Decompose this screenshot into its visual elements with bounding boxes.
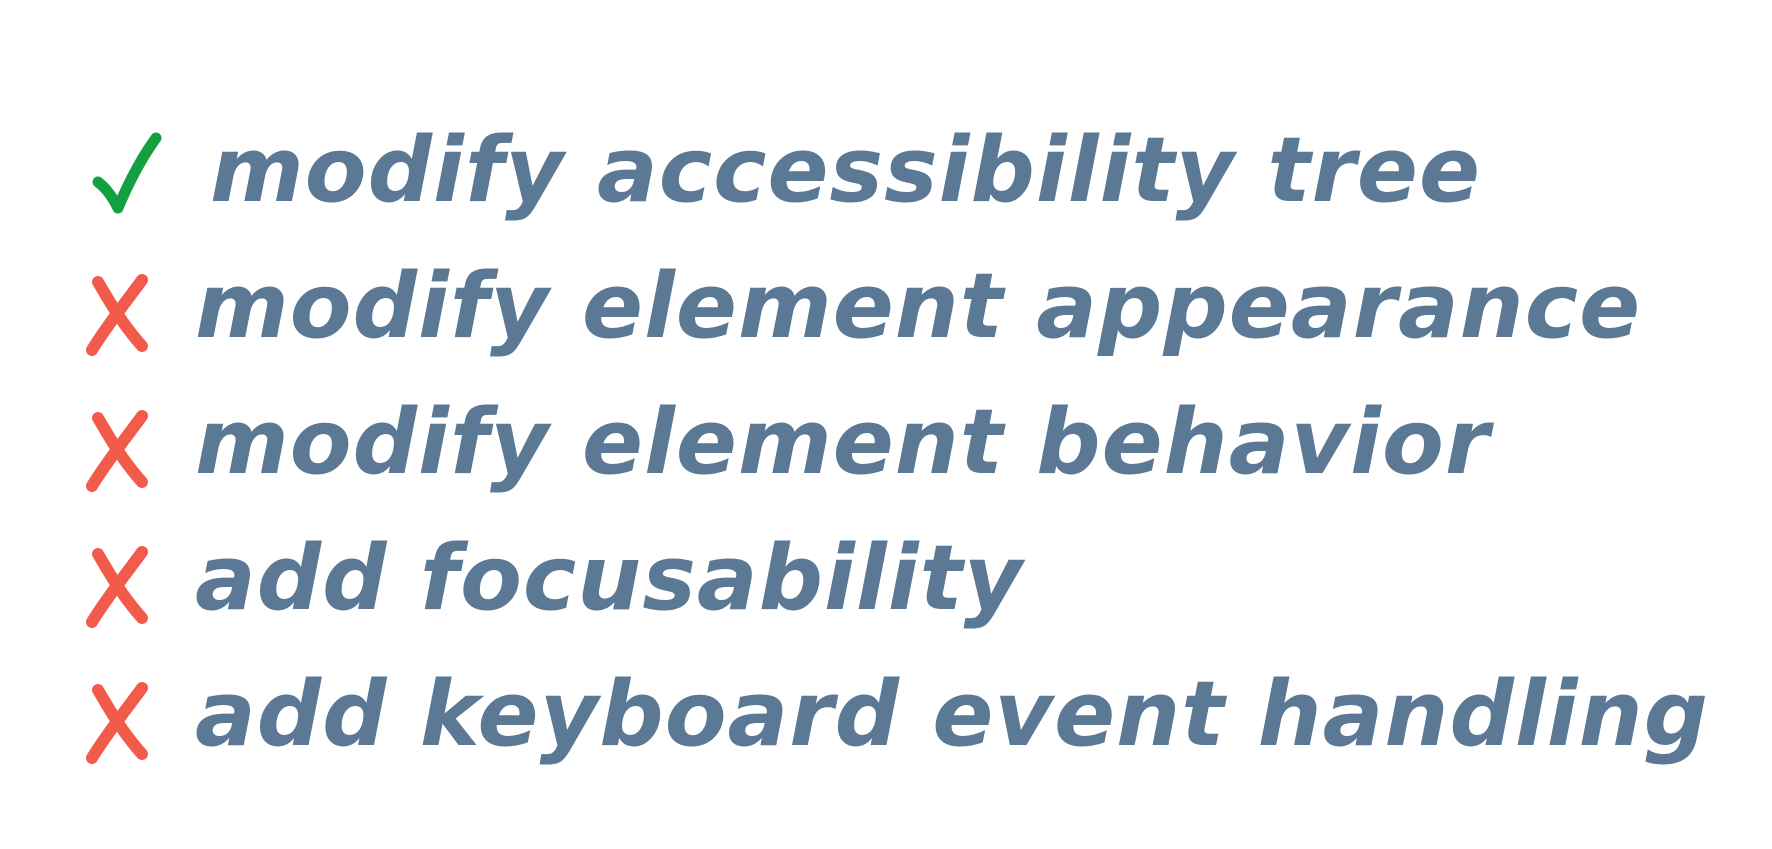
- item-label: modify element appearance: [195, 254, 1642, 359]
- list-item: add focusability: [0, 526, 1772, 656]
- cross-icon-shape: [86, 410, 148, 492]
- cross-icon-shape: [86, 274, 148, 356]
- item-label: add focusability: [195, 526, 1024, 631]
- cross-icon: [84, 670, 154, 766]
- list-item: modify element appearance: [0, 254, 1772, 384]
- list-item: modify element behavior: [0, 390, 1772, 520]
- item-label: modify accessibility tree: [210, 118, 1481, 223]
- cross-icon: [84, 262, 154, 358]
- list-item: modify accessibility tree: [0, 118, 1772, 248]
- check-icon-shape: [92, 132, 162, 214]
- cross-icon: [84, 534, 154, 630]
- cross-icon-shape: [86, 546, 148, 628]
- check-icon: [92, 126, 162, 222]
- capability-list: modify accessibility tree modify element…: [0, 0, 1772, 849]
- item-label: add keyboard event handling: [195, 662, 1710, 767]
- cross-icon: [84, 398, 154, 494]
- item-label: modify element behavior: [195, 390, 1491, 495]
- list-item: add keyboard event handling: [0, 662, 1772, 792]
- cross-icon-shape: [86, 682, 148, 764]
